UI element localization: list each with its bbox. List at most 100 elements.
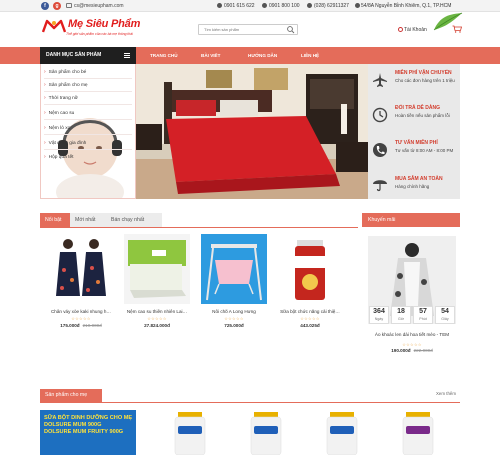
nav-home[interactable]: TRANG CHỦ [150, 47, 178, 64]
category-item[interactable]: › Thời trang nữ [44, 92, 132, 105]
category-label: Nệm lò xo [48, 126, 71, 131]
countdown-label: Giờ [398, 317, 404, 321]
section-underline [40, 402, 460, 403]
phone-icon [307, 3, 312, 8]
promo-price: 190.000đ 222.000đ [364, 348, 460, 353]
phone-icon [373, 143, 387, 157]
rating-stars: ☆☆☆☆☆ [147, 316, 167, 321]
product-price: 443.025đ [277, 323, 343, 328]
tab-best-selling[interactable]: Bán chạy nhất [106, 213, 162, 227]
price-old: 210.000đ [82, 323, 102, 328]
top-phone-2[interactable]: 0901 800 100 [269, 3, 300, 9]
ad-line: DOLSURE MUM 900G [44, 422, 102, 428]
product-price: 725.000đ [201, 323, 267, 328]
hero-banner-image[interactable] [136, 64, 368, 199]
rating-stars: ☆☆☆☆☆ [71, 316, 91, 321]
facebook-icon[interactable]: f [41, 2, 49, 10]
location-icon [355, 3, 360, 8]
countdown-seconds: 54 Giây [435, 306, 455, 324]
search-box [198, 24, 298, 35]
product-name[interactable]: Nệm cao su thiên nhiên Lai… [124, 309, 190, 314]
product-image[interactable] [324, 412, 360, 455]
product-image[interactable] [124, 234, 190, 304]
product-image[interactable] [400, 412, 436, 455]
logo-text[interactable]: Mẹ Siêu Phẩm [68, 18, 140, 30]
category-menu-title[interactable]: DANH MỤC SẢN PHẨM [40, 47, 136, 64]
tab-newest[interactable]: Mới nhất [70, 213, 106, 227]
countdown-label: Phút [419, 317, 427, 321]
search-input[interactable] [199, 25, 285, 34]
category-label: Thời trang nữ [48, 96, 78, 101]
product-card[interactable]: Sữa bột chức năng cải thiệ… ☆☆☆☆☆ 443.02… [277, 234, 343, 328]
countdown-hours: 18 Giờ [391, 306, 411, 324]
price-current: 190.000đ [391, 348, 411, 353]
nav-guide[interactable]: HƯỚNG DẪN [248, 47, 277, 64]
product-card[interactable]: Nôi chõ A Long Hưng ☆☆☆☆☆ 725.000đ [201, 234, 267, 328]
category-label: Nệm cao su [48, 111, 75, 116]
category-item[interactable]: › Sản phẩm cho mẹ [44, 79, 132, 92]
product-image[interactable] [172, 412, 208, 455]
top-phone-1[interactable]: 0901 615 622 [224, 3, 255, 9]
product-name[interactable]: Nôi chõ A Long Hưng [201, 309, 267, 314]
product-image[interactable] [277, 234, 343, 304]
countdown-days: 364 Ngày [369, 306, 389, 324]
logo-mark-icon[interactable] [42, 19, 66, 33]
search-icon[interactable] [285, 25, 297, 34]
hamburger-icon[interactable] [124, 53, 130, 58]
service-desc: Hoàn tiền nếu sản phẩm lỗi [395, 113, 450, 118]
category-label: Hộp quà tết [48, 155, 74, 160]
product-card[interactable]: Nệm cao su thiên nhiên Lai… ☆☆☆☆☆ 27.824… [124, 234, 190, 328]
category-label: Vật dụng gia đình [48, 141, 87, 146]
umbrella-icon [373, 180, 387, 192]
logo-subtitle: Thế giới sản phẩm của các bà mẹ thông th… [66, 32, 133, 36]
clock-icon [372, 107, 388, 123]
plane-icon [373, 73, 387, 87]
product-name[interactable]: Chân váy xòe kaki nhung h… [48, 309, 114, 314]
price-current: 27.824.000đ [144, 323, 170, 328]
user-icon[interactable] [398, 27, 403, 32]
tab-underline [40, 227, 358, 228]
service-desc: Cho các đơn hàng trên 1 triệu [395, 78, 455, 83]
price-old: 222.000đ [413, 348, 433, 353]
tab-featured[interactable]: Nổi bật [40, 213, 70, 227]
product-image[interactable] [201, 234, 267, 304]
nav-contact[interactable]: LIÊN HỆ [301, 47, 319, 64]
product-image[interactable] [248, 412, 284, 455]
category-item[interactable]: › Vật dụng gia đình [44, 137, 132, 150]
account-link[interactable]: Tài Khoản [404, 27, 427, 33]
price-current: 443.025đ [300, 323, 320, 328]
promo-product-name[interactable]: Áo khoác len dài hoa tiết mèo - TEM [364, 332, 460, 337]
category-item[interactable]: › Sản phẩm cho bé [44, 66, 132, 79]
countdown-label: Giây [441, 317, 449, 321]
cart-icon[interactable] [452, 25, 462, 33]
service-title: TƯ VẤN MIỄN PHÍ [395, 140, 438, 146]
top-email[interactable]: cs@mesieupham.com [74, 3, 124, 9]
category-label: Sản phẩm cho bé [48, 70, 87, 75]
product-price: 27.824.000đ [124, 323, 190, 328]
service-desc: Hàng chính hãng [395, 184, 430, 189]
product-name[interactable]: Sữa bột chức năng cải thiệ… [277, 309, 343, 314]
category-item[interactable]: › Nệm lò xo [44, 122, 132, 135]
milk-ad-text: SỮA BỘT DINH DƯỠNG CHO MẸ DOLSURE MUM 90… [44, 415, 132, 436]
ad-line: SỮA BỘT DINH DƯỠNG CHO MẸ [44, 415, 133, 421]
category-item[interactable]: › Nệm cao su [44, 107, 132, 120]
promo-title: Khuyến mãi [362, 213, 460, 227]
ad-line: DOLSURE MUM FRUITY 900G [44, 429, 124, 435]
countdown-number: 54 [441, 308, 449, 315]
google-plus-icon[interactable]: g [53, 2, 61, 10]
section-title: Sản phẩm cho mẹ [40, 389, 102, 402]
rating-stars: ☆☆☆☆☆ [224, 316, 244, 321]
top-phone-3[interactable]: (028) 62911327 [314, 3, 349, 9]
service-title: ĐỔI TRẢ DỄ DÀNG [395, 105, 440, 111]
product-image[interactable] [48, 234, 114, 304]
service-title: MIỄN PHÍ VẬN CHUYỂN [395, 70, 452, 76]
category-item[interactable]: › Hộp quà tết [44, 151, 132, 164]
product-price: 175.000đ 210.000đ [48, 323, 114, 328]
see-more-link[interactable]: Xem thêm [436, 391, 456, 396]
service-desc: Tư vấn từ 8:00 AM - 8:00 PM [395, 148, 454, 153]
product-card[interactable]: Chân váy xòe kaki nhung h… ☆☆☆☆☆ 175.000… [48, 234, 114, 328]
nav-posts[interactable]: BÀI VIẾT [201, 47, 220, 64]
countdown-number: 57 [419, 308, 427, 315]
top-address: 54/8A Nguyễn Bỉnh Khiêm, Q.1, TP.HCM [361, 3, 452, 9]
phone-icon [217, 3, 222, 8]
